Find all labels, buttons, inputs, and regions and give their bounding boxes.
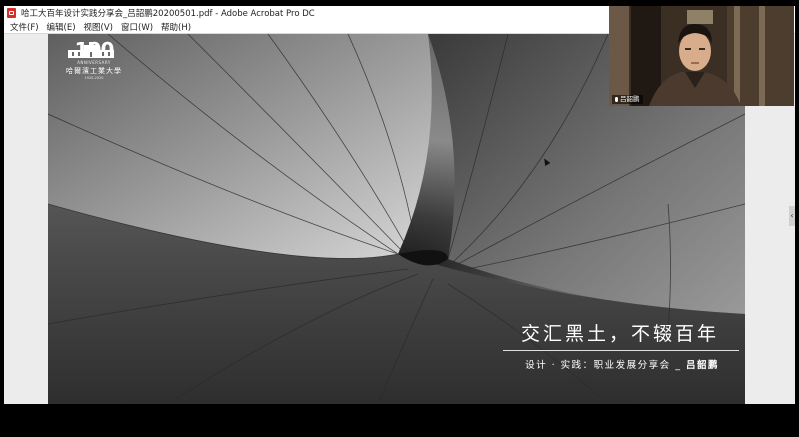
logo-university-years: 1920-2020 <box>84 76 104 80</box>
webcam-video[interactable]: 吕韶鹏 <box>609 6 794 106</box>
menu-help[interactable]: 帮助(H) <box>157 21 195 33</box>
pdf-icon <box>7 8 16 18</box>
menu-view[interactable]: 视图(V) <box>80 21 117 33</box>
logo-anniversary-text: ANNIVERSARY <box>77 60 111 65</box>
slide-subtitle-text: 设计 · 实践：职业发展分享会 _ <box>525 360 686 371</box>
menu-edit[interactable]: 编辑(E) <box>43 21 80 33</box>
slide-divider <box>503 350 739 351</box>
window-title: 哈工大百年设计实践分享会_吕韶鹏20200501.pdf - Adobe Acr… <box>21 9 315 19</box>
university-logo: 100 ANNIVERSARY 哈爾濱工業大學 1920-2020 <box>66 40 122 102</box>
slide-subtitle: 设计 · 实践：职业发展分享会 _ 吕韶鹏 <box>525 357 719 371</box>
menu-window[interactable]: 窗口(W) <box>117 21 157 33</box>
participant-name-tag: 吕韶鹏 <box>612 95 643 104</box>
microphone-icon <box>615 97 618 102</box>
slide-title: 交汇黑土，不辍百年 <box>520 323 719 345</box>
logo-building-icon <box>68 42 114 58</box>
webcam-feed <box>609 6 794 106</box>
slide-subtitle-speaker: 吕韶鹏 <box>685 360 719 371</box>
menu-file[interactable]: 文件(F) <box>4 21 43 33</box>
logo-university-name: 哈爾濱工業大學 <box>66 67 122 75</box>
participant-name: 吕韶鹏 <box>620 95 640 103</box>
side-panel-toggle[interactable]: ‹ <box>789 206 795 226</box>
